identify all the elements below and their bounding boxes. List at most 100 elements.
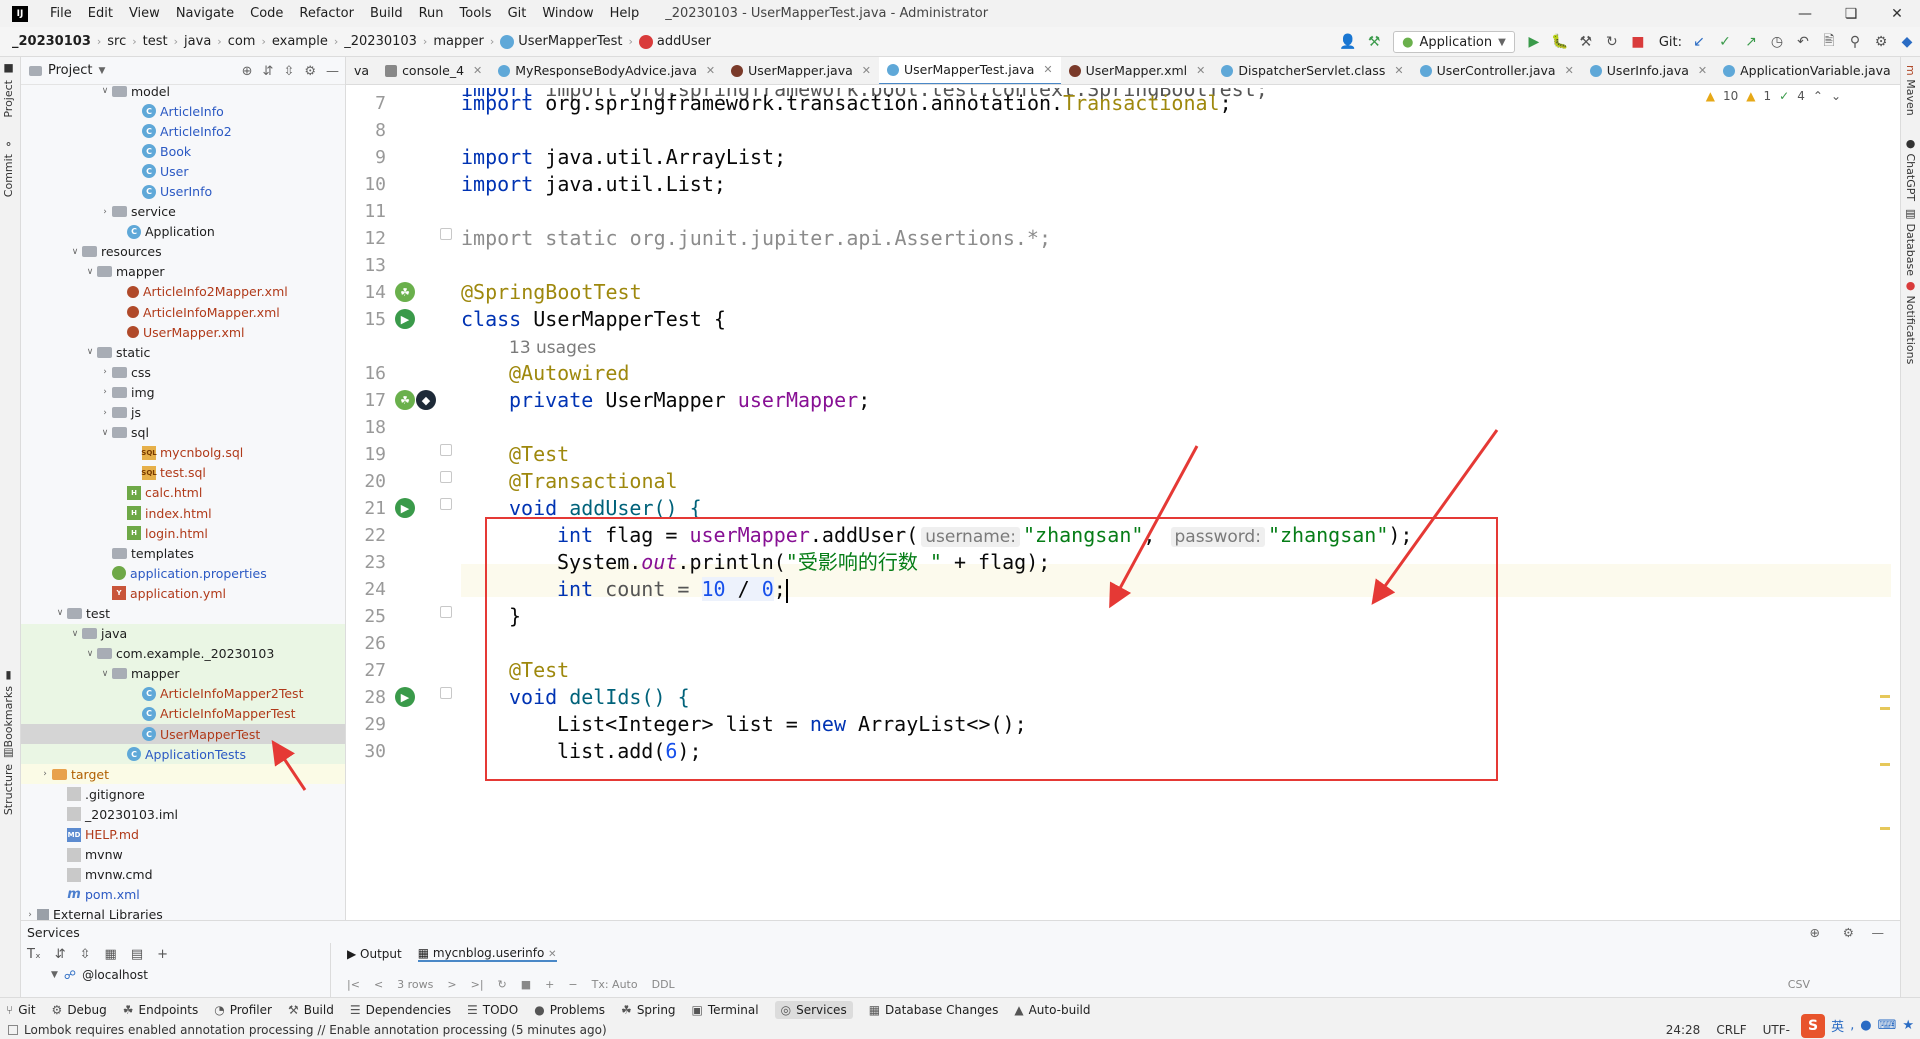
spring-bean-icon[interactable]: ☘	[395, 282, 415, 302]
chevron-right-icon[interactable]: ›	[38, 769, 52, 779]
ddl-button[interactable]: DDL	[652, 978, 675, 991]
tree-item[interactable]: Hindex.html	[21, 503, 345, 523]
editor-tab[interactable]: MyResponseBodyAdvice.java ✕	[490, 57, 723, 84]
bookmarks-tool-tab[interactable]: Bookmarks ▮	[2, 669, 15, 747]
tool-window-dependencies[interactable]: ☰ Dependencies	[350, 1003, 451, 1017]
tree-item[interactable]: ∨ mapper	[21, 663, 345, 684]
tree-item[interactable]: Hcalc.html	[21, 483, 345, 503]
chevron-down-icon[interactable]: ∨	[53, 608, 67, 618]
tree-item[interactable]: .gitignore	[21, 784, 345, 804]
gear-icon[interactable]: ⚙	[1843, 925, 1854, 940]
close-icon[interactable]: ✕	[1874, 0, 1920, 27]
editor-tab[interactable]: DispatcherServlet.class ✕	[1213, 57, 1411, 84]
tool-window-git[interactable]: ⑂ Git	[6, 1003, 36, 1017]
git-commit-icon[interactable]: ✓	[1712, 27, 1738, 57]
collapse-all-icon[interactable]: ⇳	[80, 947, 91, 962]
chevron-down-icon[interactable]: ⌄	[1831, 89, 1841, 103]
tool-window-debug[interactable]: ⚙ Debug	[52, 1003, 107, 1017]
tree-item[interactable]: › js	[21, 403, 345, 423]
close-icon[interactable]: ✕	[706, 64, 715, 77]
collapse-all-icon[interactable]: ⇳	[283, 64, 294, 79]
tool-window-auto-build[interactable]: ▲ Auto-build	[1014, 1003, 1090, 1017]
editor-tab[interactable]: UserController.java ✕	[1412, 57, 1582, 84]
tree-item[interactable]: C ApplicationTests	[21, 744, 345, 765]
coverage-icon[interactable]: ⚒	[1573, 27, 1599, 57]
tree-item[interactable]: SQL test.sql	[21, 463, 345, 483]
stop-icon[interactable]: ■	[1625, 27, 1651, 57]
tree-item[interactable]: › External Libraries	[21, 905, 345, 920]
gear-icon[interactable]: ⚙	[304, 64, 316, 79]
ide-logo-icon[interactable]: ◆	[1894, 27, 1920, 57]
chevron-down-icon[interactable]: ▼	[98, 66, 105, 76]
breadcrumb-item[interactable]: addUser	[635, 34, 715, 49]
tree-item[interactable]: Hlogin.html	[21, 523, 345, 543]
menu-edit[interactable]: Edit	[80, 0, 121, 27]
chatgpt-tool-tab[interactable]: ● ChatGPT	[1904, 137, 1917, 201]
menu-git[interactable]: Git	[500, 0, 535, 27]
expand-all-icon[interactable]: ⇵	[55, 947, 66, 962]
tree-item[interactable]: m pom.xml	[21, 885, 345, 905]
fold-toggle-icon[interactable]	[440, 606, 452, 618]
run-test-icon[interactable]: ▶	[395, 309, 415, 329]
tool-window-endpoints[interactable]: ☘ Endpoints	[123, 1003, 198, 1017]
editor-tab[interactable]: console_4 ✕	[377, 57, 490, 84]
services-tree-item[interactable]: ▼ ☍ @localhost	[21, 965, 330, 985]
settings-icon[interactable]: ⚙	[1868, 27, 1894, 57]
breadcrumb-item[interactable]: _20230103	[8, 34, 95, 49]
tree-item[interactable]: ∨ resources	[21, 242, 345, 262]
last-page-icon[interactable]: >|	[471, 978, 484, 991]
run-test-icon[interactable]: ▶	[395, 498, 415, 518]
inspection-widget[interactable]: ▲ 10 ▲ 1 ✓ 4 ⌃ ⌄	[1706, 89, 1841, 103]
tree-item[interactable]: ArticleInfo2Mapper.xml	[21, 282, 345, 302]
menu-run[interactable]: Run	[411, 0, 452, 27]
tree-item[interactable]: › service	[21, 202, 345, 222]
locate-icon[interactable]: ⊕	[242, 64, 253, 79]
editor-scrollbar[interactable]	[1880, 85, 1890, 920]
tree-item[interactable]: ∨ com.example._20230103	[21, 643, 345, 664]
hide-icon[interactable]: —	[1872, 925, 1885, 940]
csv-selector[interactable]: CSV	[1788, 978, 1810, 991]
close-icon[interactable]: ✕	[1196, 64, 1205, 77]
profile-icon[interactable]: ↻	[1599, 27, 1625, 57]
search-icon[interactable]: ⚲	[1842, 27, 1868, 57]
breadcrumb-item[interactable]: src	[103, 34, 130, 49]
tree-item[interactable]: ∨ java	[21, 623, 345, 644]
tree-item[interactable]: _20230103.iml	[21, 804, 345, 824]
tree-item[interactable]: › img	[21, 382, 345, 402]
debug-icon[interactable]: 🐛	[1547, 27, 1573, 57]
tree-item[interactable]: mvnw	[21, 845, 345, 865]
autowired-bean-icon[interactable]: ☘	[395, 390, 415, 410]
tool-window-terminal[interactable]: ▣ Terminal	[692, 1003, 759, 1017]
skin-icon[interactable]: ★	[1902, 1018, 1914, 1033]
first-page-icon[interactable]: |<	[347, 978, 360, 991]
tx-icon[interactable]: Tₓ	[27, 947, 41, 962]
next-page-icon[interactable]: >	[447, 978, 456, 991]
chevron-down-icon[interactable]: ∨	[98, 86, 112, 96]
fold-toggle-icon[interactable]	[440, 444, 452, 456]
tree-item[interactable]: C ArticleInfo	[21, 101, 345, 121]
expand-all-icon[interactable]: ⇵	[263, 64, 274, 79]
user-icon[interactable]: 👤	[1335, 27, 1361, 57]
editor-tab[interactable]: UserInfo.java ✕	[1582, 57, 1715, 84]
chevron-down-icon[interactable]: ∨	[83, 347, 97, 357]
add-row-icon[interactable]: +	[545, 978, 554, 991]
run-test-icon[interactable]: ▶	[395, 687, 415, 707]
tool-window-todo[interactable]: ☰ TODO	[467, 1003, 518, 1017]
tree-item[interactable]: C Book	[21, 141, 345, 161]
run-icon[interactable]: ▶	[1521, 27, 1547, 57]
breadcrumb-item[interactable]: java	[180, 34, 215, 49]
tree-item[interactable]: C Application	[21, 222, 345, 242]
sogou-ime-logo-icon[interactable]: S	[1801, 1013, 1826, 1038]
rollback-icon[interactable]: ↶	[1790, 27, 1816, 57]
commit-tool-tab[interactable]: Commit ⚬	[2, 137, 15, 197]
tool-window-spring[interactable]: ☘ Spring	[621, 1003, 676, 1017]
tree-item[interactable]: MD HELP.md	[21, 824, 345, 844]
fold-toggle-icon[interactable]	[440, 687, 452, 699]
chevron-down-icon[interactable]: ∨	[98, 669, 112, 679]
minimize-icon[interactable]: —	[1782, 0, 1828, 27]
menu-code[interactable]: Code	[242, 0, 291, 27]
fold-toggle-icon[interactable]	[440, 498, 452, 510]
code-editor[interactable]: import import org.springframework.boot.t…	[461, 85, 1891, 920]
status-message[interactable]: Lombok requires enabled annotation proce…	[24, 1023, 607, 1037]
add-icon[interactable]: +	[157, 947, 168, 962]
